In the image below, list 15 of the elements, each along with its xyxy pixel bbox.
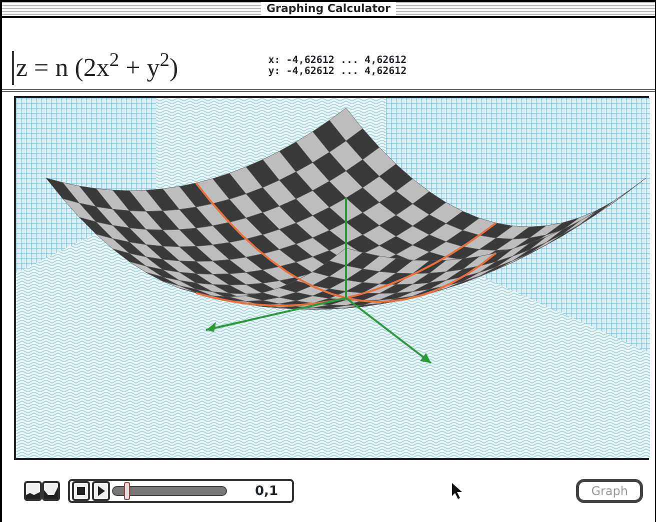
view-button[interactable] (24, 481, 42, 501)
surface-icon (26, 489, 40, 499)
slider-value: 0,1 (254, 484, 278, 498)
stop-button[interactable] (72, 481, 90, 501)
stop-icon (77, 487, 85, 495)
range-text: x: -4,62612 ... 4,62612 (268, 55, 407, 66)
play-button[interactable] (92, 481, 110, 501)
view-button[interactable] (42, 481, 60, 501)
pointer-icon (452, 483, 464, 499)
play-icon (98, 486, 104, 496)
window-title: Graphing Calculator (260, 2, 396, 16)
equation-field[interactable]: z = n (2x$^{2}$ + y$^{2}$) (12, 51, 178, 85)
surface-icon (44, 487, 58, 499)
range-text: y: -4,62612 ... 4,62612 (268, 66, 407, 77)
slider-thumb[interactable] (124, 482, 130, 500)
